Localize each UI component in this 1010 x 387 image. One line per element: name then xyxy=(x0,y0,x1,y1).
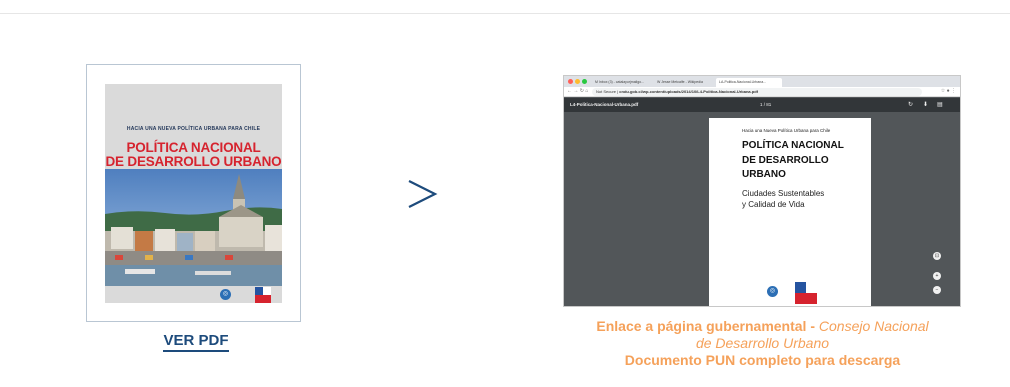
pdf-page-indicator: 1 / 81 xyxy=(760,102,772,107)
pdf-tagline-line2: y Calidad de Vida xyxy=(742,200,805,209)
pdf-page: Hacia una Nueva Política Urbana para Chi… xyxy=(709,118,871,306)
zoom-out-icon[interactable]: − xyxy=(933,286,941,294)
cover-title-line2: DE DESARROLLO URBANO xyxy=(105,153,282,169)
cover-title: POLÍTICA NACIONAL DE DESARROLLO URBANO xyxy=(105,141,282,168)
url-text: cndu.gob.cl/wp-content/uploads/2014/10/L… xyxy=(619,89,758,94)
ver-pdf-label: VER PDF xyxy=(163,332,229,352)
un-logo-icon: ◎ xyxy=(767,286,778,297)
cover-city-photo xyxy=(105,169,282,289)
pdf-cover-thumbnail[interactable]: HACIA UNA NUEVA POLÍTICA URBANA PARA CHI… xyxy=(86,64,301,322)
pdf-page-title: POLÍTICA NACIONAL DE DESARROLLO URBANO xyxy=(742,139,844,183)
browser-tab[interactable]: W Jesse Metcalfe - Wikipedia xyxy=(654,78,714,87)
government-link-caption[interactable]: Enlace a página gubernamental - Consejo … xyxy=(540,318,985,369)
print-icon[interactable]: ▤ xyxy=(937,102,943,108)
pdf-page-subtitle: Hacia una Nueva Política Urbana para Chi… xyxy=(742,128,831,133)
browser-tab-active[interactable]: LA-Politica-Nacional-Urbana... xyxy=(716,78,782,87)
fit-page-icon[interactable]: ⊡ xyxy=(933,252,941,260)
pdf-filename: L4-Politica-Nacional-Urbana.pdf xyxy=(570,102,639,107)
caption-italic-1: Consejo Nacional xyxy=(818,318,929,334)
close-window-icon xyxy=(568,79,573,84)
cover-subtitle: HACIA UNA NUEVA POLÍTICA URBANA PARA CHI… xyxy=(126,126,261,132)
pdf-title-line1: POLÍTICA NACIONAL xyxy=(742,140,844,151)
url-field[interactable]: Not Secure | cndu.gob.cl/wp-content/uplo… xyxy=(592,88,922,96)
top-divider xyxy=(0,13,1010,14)
cover-logo-bar: ◎ xyxy=(105,286,282,303)
caption-bold: Enlace a página gubernamental - xyxy=(596,318,815,334)
nav-buttons-icon[interactable]: ← → ↻ ⌂ xyxy=(567,88,588,94)
un-logo-icon: ◎ xyxy=(220,289,231,300)
browser-menu-icons[interactable]: ☆ ● ⋮ xyxy=(941,88,956,94)
minimize-window-icon xyxy=(575,79,580,84)
pdf-tagline-line1: Ciudades Sustentables xyxy=(742,189,825,198)
browser-tab-bar: M Inbox (3) - catalayurjmailgo... W Jess… xyxy=(564,76,960,87)
download-icon[interactable]: ⬇ xyxy=(923,102,928,108)
pdf-title-line3: URBANO xyxy=(742,169,786,180)
url-security-label: Not Secure xyxy=(596,89,617,94)
cover-image: HACIA UNA NUEVA POLÍTICA URBANA PARA CHI… xyxy=(105,84,282,303)
maximize-window-icon xyxy=(582,79,587,84)
browser-tab[interactable]: M Inbox (3) - catalayurjmailgo... xyxy=(592,78,652,87)
pdf-title-line2: DE DESARROLLO xyxy=(742,154,829,166)
browser-screenshot[interactable]: M Inbox (3) - catalayurjmailgo... W Jess… xyxy=(563,75,961,307)
right-arrow-icon xyxy=(408,180,438,208)
caption-italic-2: de Desarrollo Urbano xyxy=(695,335,830,351)
chile-gov-logo-icon xyxy=(795,282,817,304)
ver-pdf-link[interactable]: VER PDF xyxy=(126,332,266,352)
zoom-in-icon[interactable]: + xyxy=(933,272,941,280)
rotate-icon[interactable]: ↻ xyxy=(908,102,913,108)
pdf-toolbar: L4-Politica-Nacional-Urbana.pdf 1 / 81 ↻… xyxy=(564,98,960,112)
chile-gov-logo-icon xyxy=(255,287,271,303)
address-bar: ← → ↻ ⌂ Not Secure | cndu.gob.cl/wp-cont… xyxy=(564,87,960,97)
caption-download-text: Documento PUN completo para descarga xyxy=(624,352,901,368)
cover-title-line1: POLÍTICA NACIONAL xyxy=(126,140,261,155)
pdf-page-tagline: Ciudades Sustentables y Calidad de Vida xyxy=(742,188,824,210)
